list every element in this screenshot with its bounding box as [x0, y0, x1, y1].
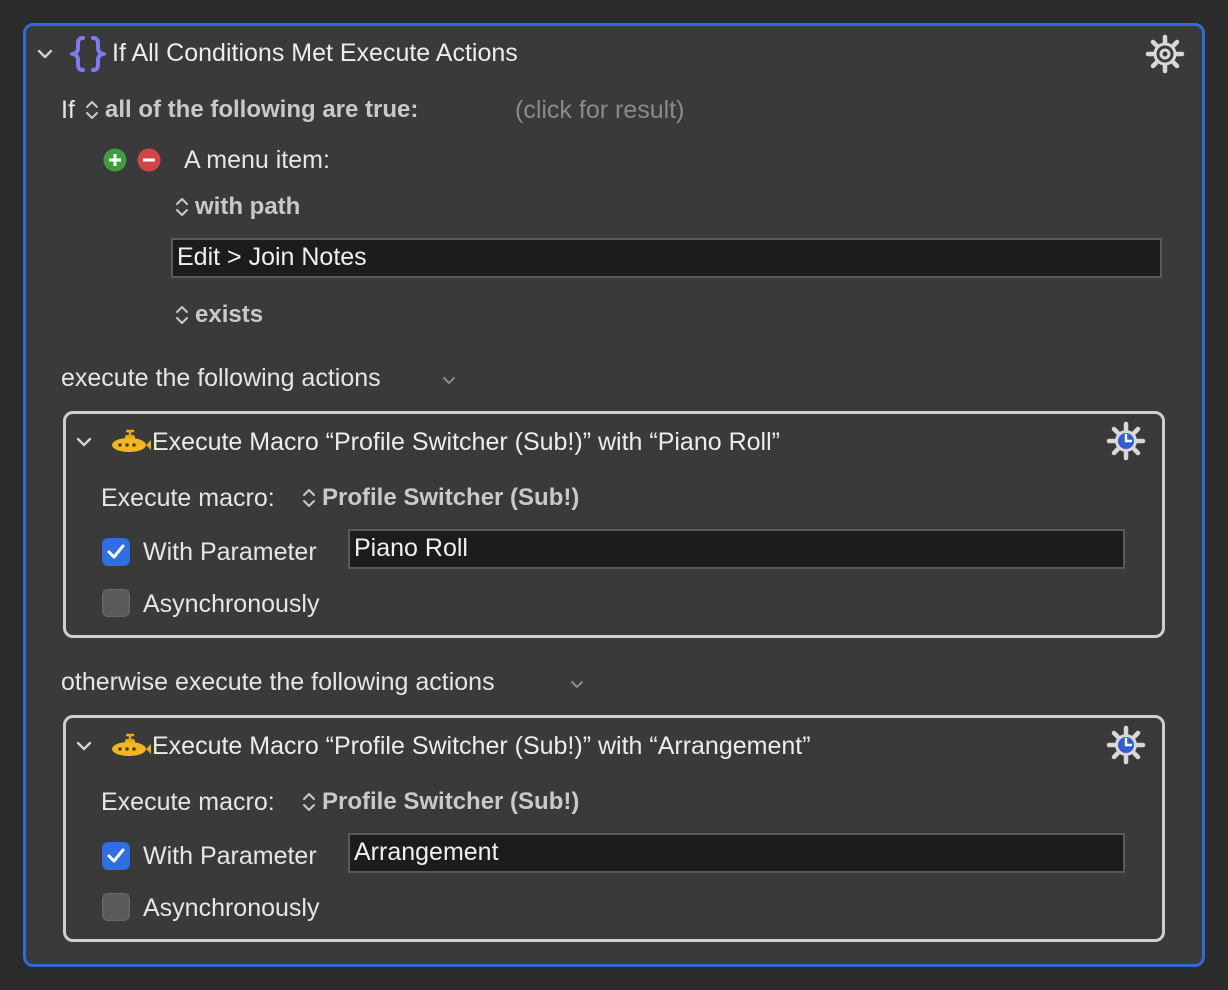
curly-braces-icon [70, 36, 106, 72]
gear-clock-icon[interactable] [1106, 421, 1146, 461]
with-path-label: with path [195, 193, 301, 220]
chevron-down-icon[interactable] [74, 432, 94, 452]
macro-selector-popup[interactable]: Profile Switcher (Sub!) [302, 484, 579, 512]
with-parameter-checkbox[interactable] [102, 538, 130, 566]
macro-selector-popup[interactable]: Profile Switcher (Sub!) [302, 788, 579, 816]
else-section-label: otherwise execute the following actions [61, 668, 495, 696]
submarine-icon [112, 733, 151, 756]
chevron-down-icon[interactable] [567, 674, 587, 694]
action-title: Execute Macro “Profile Switcher (Sub!)” … [152, 428, 780, 456]
up-down-stepper-icon [303, 793, 315, 811]
if-label: If [61, 96, 75, 124]
gear-icon[interactable] [1145, 34, 1185, 74]
then-action-block: Execute Macro “Profile Switcher (Sub!)” … [63, 411, 1165, 638]
menu-item-label: A menu item: [184, 146, 330, 174]
parameter-field[interactable]: Arrangement [348, 833, 1125, 873]
asynchronously-label: Asynchronously [143, 894, 320, 922]
up-down-stepper-icon [176, 198, 188, 216]
up-down-stepper-icon [176, 306, 188, 324]
execute-macro-label: Execute macro: [101, 484, 275, 512]
macro-name: Profile Switcher (Sub!) [322, 788, 580, 815]
parameter-field[interactable]: Piano Roll [348, 529, 1125, 569]
execute-macro-label: Execute macro: [101, 788, 275, 816]
exists-label: exists [195, 301, 264, 328]
asynchronously-label: Asynchronously [143, 590, 320, 618]
click-for-result[interactable]: (click for result) [515, 96, 684, 125]
then-section-label: execute the following actions [61, 364, 381, 392]
gear-clock-icon[interactable] [1106, 725, 1146, 765]
condition-mode-popup[interactable]: all of the following are true: [85, 96, 418, 124]
else-action-block: Execute Macro “Profile Switcher (Sub!)” … [63, 715, 1165, 942]
with-parameter-label: With Parameter [143, 842, 317, 870]
asynchronously-checkbox[interactable] [102, 893, 130, 921]
with-path-popup[interactable]: with path [175, 193, 300, 221]
remove-condition-icon[interactable] [137, 148, 161, 172]
with-parameter-checkbox[interactable] [102, 842, 130, 870]
chevron-down-icon[interactable] [74, 736, 94, 756]
with-parameter-label: With Parameter [143, 538, 317, 566]
up-down-stepper-icon [303, 489, 315, 507]
chevron-down-icon[interactable] [439, 370, 459, 390]
chevron-down-icon[interactable] [35, 44, 55, 64]
exists-popup[interactable]: exists [175, 301, 263, 329]
up-down-stepper-icon [86, 101, 98, 119]
add-condition-icon[interactable] [103, 148, 127, 172]
submarine-icon [112, 429, 151, 452]
asynchronously-checkbox[interactable] [102, 589, 130, 617]
menu-path-field[interactable]: Edit > Join Notes [171, 238, 1162, 278]
condition-mode: all of the following are true: [105, 96, 419, 123]
action-title: If All Conditions Met Execute Actions [112, 39, 518, 67]
action-title: Execute Macro “Profile Switcher (Sub!)” … [152, 732, 811, 760]
macro-name: Profile Switcher (Sub!) [322, 484, 580, 511]
